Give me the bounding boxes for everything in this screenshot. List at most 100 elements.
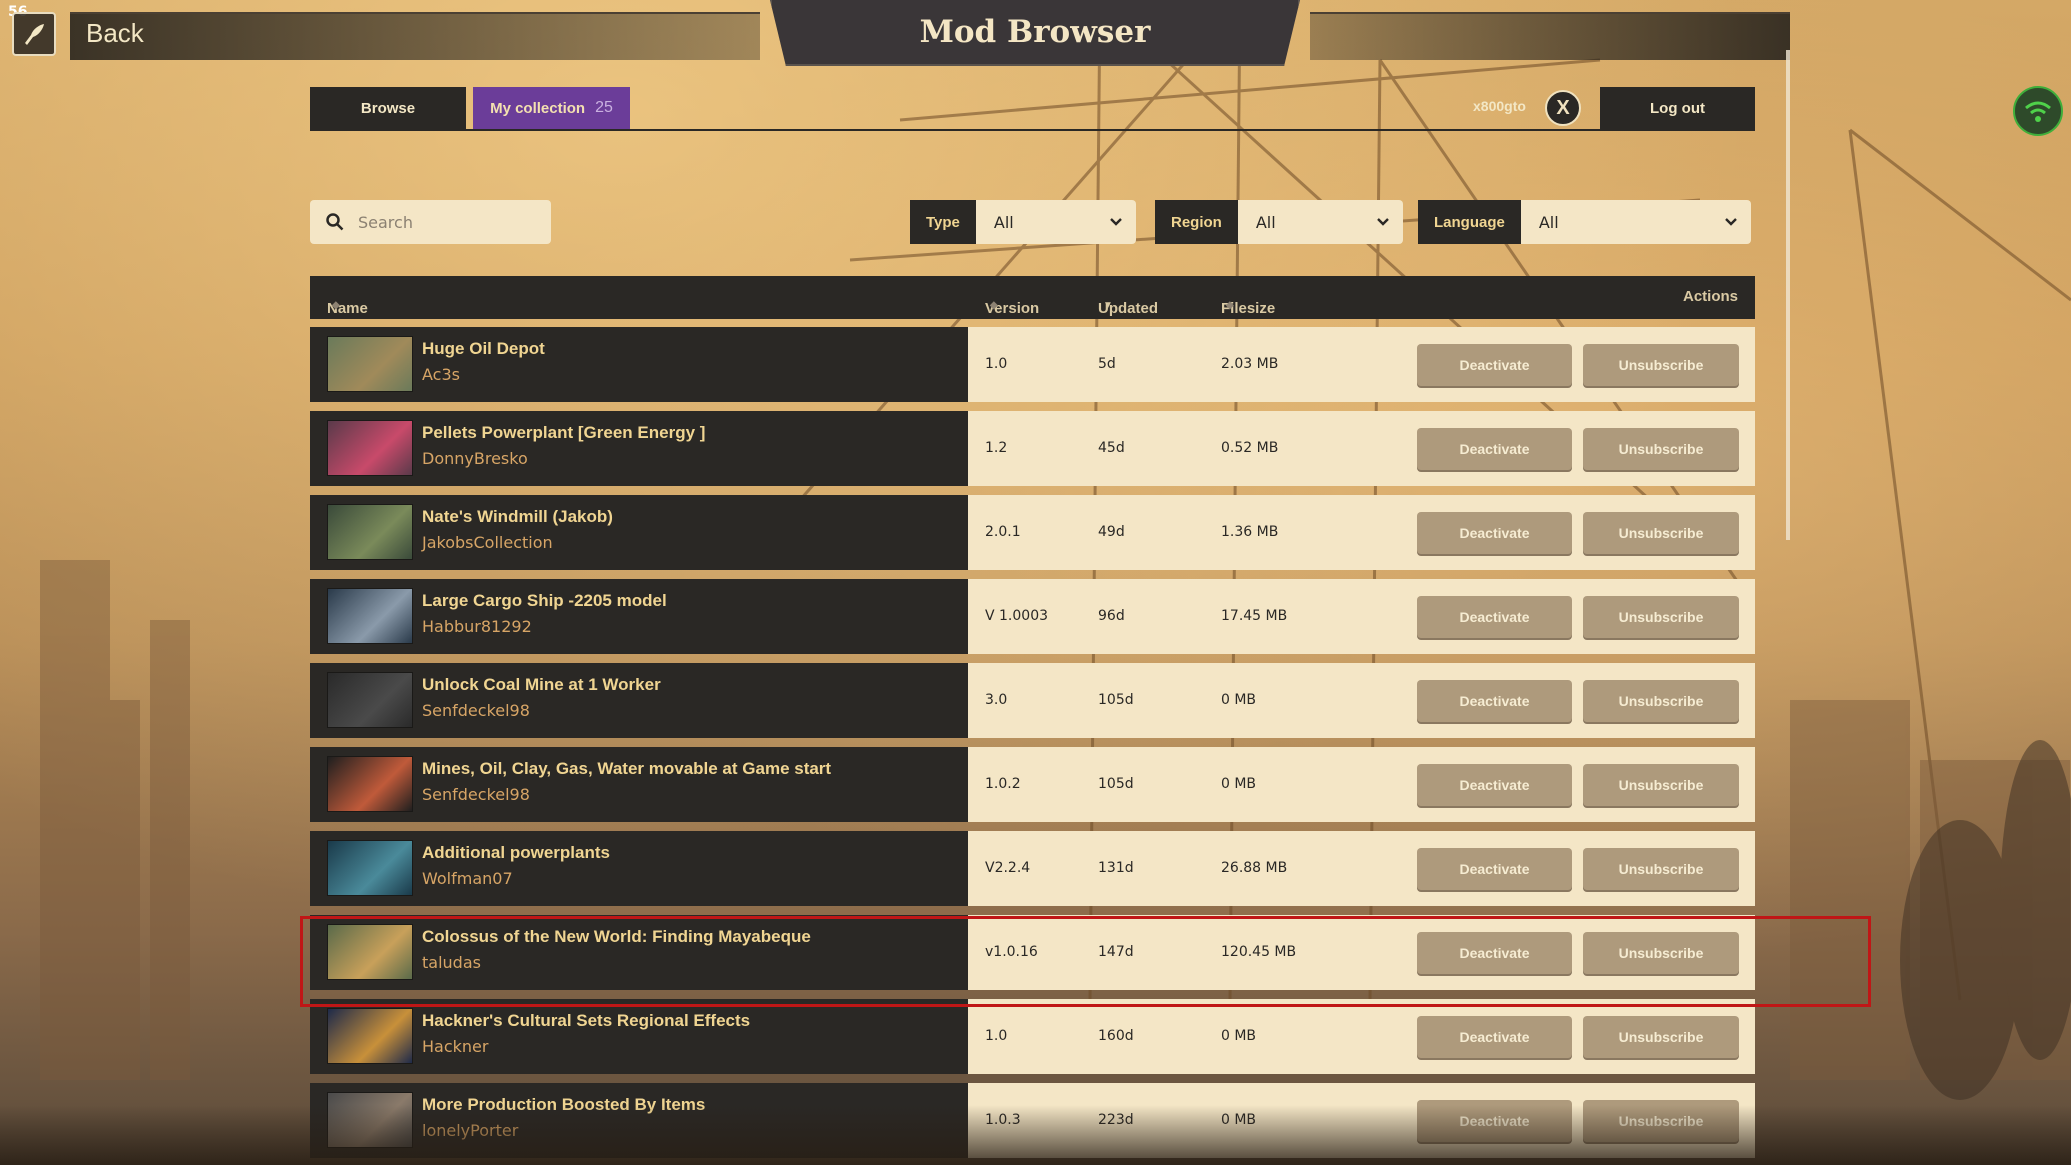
search-icon bbox=[326, 213, 344, 231]
unsubscribe-button[interactable]: Unsubscribe bbox=[1583, 344, 1739, 386]
mod-info[interactable]: Unlock Coal Mine at 1 Worker Senfdeckel9… bbox=[310, 663, 968, 738]
mod-info[interactable]: More Production Boosted By Items lonelyP… bbox=[310, 1083, 968, 1158]
page-title: Mod Browser bbox=[919, 14, 1151, 50]
mod-details: 1.0 160d 0 MB Deactivate Unsubscribe bbox=[968, 999, 1755, 1074]
table-row[interactable]: Additional powerplants Wolfman07 V2.2.4 … bbox=[310, 831, 1755, 906]
search-input[interactable] bbox=[358, 212, 528, 232]
deactivate-button[interactable]: Deactivate bbox=[1417, 764, 1572, 806]
unsubscribe-button[interactable]: Unsubscribe bbox=[1583, 512, 1739, 554]
unsubscribe-button[interactable]: Unsubscribe bbox=[1583, 1100, 1739, 1142]
tab-my-collection[interactable]: My collection 25 bbox=[473, 87, 630, 129]
collection-count-badge: 25 bbox=[595, 99, 613, 116]
deactivate-button[interactable]: Deactivate bbox=[1417, 680, 1572, 722]
mod-name[interactable]: Colossus of the New World: Finding Mayab… bbox=[422, 927, 811, 947]
table-row[interactable]: Hackner's Cultural Sets Regional Effects… bbox=[310, 999, 1755, 1074]
deactivate-button[interactable]: Deactivate bbox=[1417, 512, 1572, 554]
title-plate: Mod Browser bbox=[770, 0, 1300, 66]
mod-author[interactable]: lonelyPorter bbox=[422, 1121, 518, 1140]
mod-updated: 131d bbox=[1098, 860, 1134, 876]
mod-info[interactable]: Huge Oil Depot Ac3s bbox=[310, 327, 968, 402]
mod-name[interactable]: Large Cargo Ship -2205 model bbox=[422, 591, 667, 611]
table-row[interactable]: Colossus of the New World: Finding Mayab… bbox=[310, 915, 1755, 990]
filter-region[interactable]: Region All bbox=[1155, 200, 1403, 244]
filter-region-select[interactable]: All bbox=[1237, 200, 1403, 244]
logout-button[interactable]: Log out bbox=[1600, 87, 1755, 129]
table-row[interactable]: Unlock Coal Mine at 1 Worker Senfdeckel9… bbox=[310, 663, 1755, 738]
wifi-icon[interactable] bbox=[2013, 86, 2063, 136]
mod-info[interactable]: Pellets Powerplant [Green Energy ] Donny… bbox=[310, 411, 968, 486]
deactivate-button[interactable]: Deactivate bbox=[1417, 1100, 1572, 1142]
table-row[interactable]: Mines, Oil, Clay, Gas, Water movable at … bbox=[310, 747, 1755, 822]
mod-thumbnail bbox=[327, 924, 413, 980]
mod-info[interactable]: Large Cargo Ship -2205 model Habbur81292 bbox=[310, 579, 968, 654]
table-row[interactable]: Large Cargo Ship -2205 model Habbur81292… bbox=[310, 579, 1755, 654]
username-label: x800gto bbox=[1473, 98, 1526, 114]
mod-author[interactable]: Hackner bbox=[422, 1037, 488, 1056]
filter-language-value: All bbox=[1538, 212, 1559, 232]
mod-info[interactable]: Additional powerplants Wolfman07 bbox=[310, 831, 968, 906]
unsubscribe-button[interactable]: Unsubscribe bbox=[1583, 848, 1739, 890]
filter-language-label: Language bbox=[1418, 200, 1521, 244]
deactivate-button[interactable]: Deactivate bbox=[1417, 1016, 1572, 1058]
back-label[interactable]: Back bbox=[86, 18, 144, 49]
mod-details: 2.0.1 49d 1.36 MB Deactivate Unsubscribe bbox=[968, 495, 1755, 570]
unsubscribe-button[interactable]: Unsubscribe bbox=[1583, 680, 1739, 722]
filter-language-select[interactable]: All bbox=[1520, 200, 1751, 244]
mod-thumbnail bbox=[327, 840, 413, 896]
mod-info[interactable]: Nate's Windmill (Jakob) JakobsCollection bbox=[310, 495, 968, 570]
mod-name[interactable]: Pellets Powerplant [Green Energy ] bbox=[422, 423, 705, 443]
mod-author[interactable]: Wolfman07 bbox=[422, 869, 513, 888]
mod-updated: 223d bbox=[1098, 1112, 1134, 1128]
x-account-icon[interactable]: X bbox=[1545, 90, 1581, 126]
unsubscribe-button[interactable]: Unsubscribe bbox=[1583, 428, 1739, 470]
mod-thumbnail bbox=[327, 504, 413, 560]
table-row[interactable]: Huge Oil Depot Ac3s 1.0 5d 2.03 MB Deact… bbox=[310, 327, 1755, 402]
mod-author[interactable]: Ac3s bbox=[422, 365, 460, 384]
back-button[interactable] bbox=[12, 12, 56, 56]
deactivate-button[interactable]: Deactivate bbox=[1417, 344, 1572, 386]
mod-info[interactable]: Hackner's Cultural Sets Regional Effects… bbox=[310, 999, 968, 1074]
filter-type-value: All bbox=[993, 212, 1014, 232]
mod-author[interactable]: DonnyBresko bbox=[422, 449, 528, 468]
tab-divider bbox=[310, 129, 1755, 131]
table-row[interactable]: More Production Boosted By Items lonelyP… bbox=[310, 1083, 1755, 1158]
filter-language[interactable]: Language All bbox=[1418, 200, 1751, 244]
mod-name[interactable]: Hackner's Cultural Sets Regional Effects bbox=[422, 1011, 750, 1031]
table-row[interactable]: Pellets Powerplant [Green Energy ] Donny… bbox=[310, 411, 1755, 486]
tab-browse[interactable]: Browse bbox=[310, 87, 466, 129]
mod-name[interactable]: Unlock Coal Mine at 1 Worker bbox=[422, 675, 661, 695]
mod-name[interactable]: More Production Boosted By Items bbox=[422, 1095, 705, 1115]
mod-author[interactable]: taludas bbox=[422, 953, 481, 972]
deactivate-button[interactable]: Deactivate bbox=[1417, 848, 1572, 890]
mod-info[interactable]: Mines, Oil, Clay, Gas, Water movable at … bbox=[310, 747, 968, 822]
deactivate-button[interactable]: Deactivate bbox=[1417, 428, 1572, 470]
mod-details: v1.0.16 147d 120.45 MB Deactivate Unsubs… bbox=[968, 915, 1755, 990]
deactivate-button[interactable]: Deactivate bbox=[1417, 596, 1572, 638]
filter-type-select[interactable]: All bbox=[975, 200, 1136, 244]
mod-info[interactable]: Colossus of the New World: Finding Mayab… bbox=[310, 915, 968, 990]
deactivate-button[interactable]: Deactivate bbox=[1417, 932, 1572, 974]
unsubscribe-button[interactable]: Unsubscribe bbox=[1583, 764, 1739, 806]
mod-name[interactable]: Mines, Oil, Clay, Gas, Water movable at … bbox=[422, 759, 831, 779]
unsubscribe-button[interactable]: Unsubscribe bbox=[1583, 1016, 1739, 1058]
filter-type[interactable]: Type All bbox=[910, 200, 1136, 244]
table-row[interactable]: Nate's Windmill (Jakob) JakobsCollection… bbox=[310, 495, 1755, 570]
mod-updated: 147d bbox=[1098, 944, 1134, 960]
mod-updated: 45d bbox=[1098, 440, 1125, 456]
mod-author[interactable]: Senfdeckel98 bbox=[422, 701, 530, 720]
mod-version: 1.0.2 bbox=[985, 776, 1021, 792]
mod-author[interactable]: JakobsCollection bbox=[422, 533, 553, 552]
mod-author[interactable]: Senfdeckel98 bbox=[422, 785, 530, 804]
mod-version: 1.0 bbox=[985, 1028, 1008, 1044]
scrollbar[interactable] bbox=[1786, 50, 1790, 540]
mod-details: 1.0.2 105d 0 MB Deactivate Unsubscribe bbox=[968, 747, 1755, 822]
mod-name[interactable]: Nate's Windmill (Jakob) bbox=[422, 507, 613, 527]
mod-name[interactable]: Additional powerplants bbox=[422, 843, 610, 863]
filter-region-value: All bbox=[1255, 212, 1276, 232]
mod-author[interactable]: Habbur81292 bbox=[422, 617, 532, 636]
mod-name[interactable]: Huge Oil Depot bbox=[422, 339, 545, 359]
sort-down-icon: ▼ bbox=[1103, 300, 1113, 311]
unsubscribe-button[interactable]: Unsubscribe bbox=[1583, 596, 1739, 638]
unsubscribe-button[interactable]: Unsubscribe bbox=[1583, 932, 1739, 974]
search-box[interactable] bbox=[310, 200, 551, 244]
